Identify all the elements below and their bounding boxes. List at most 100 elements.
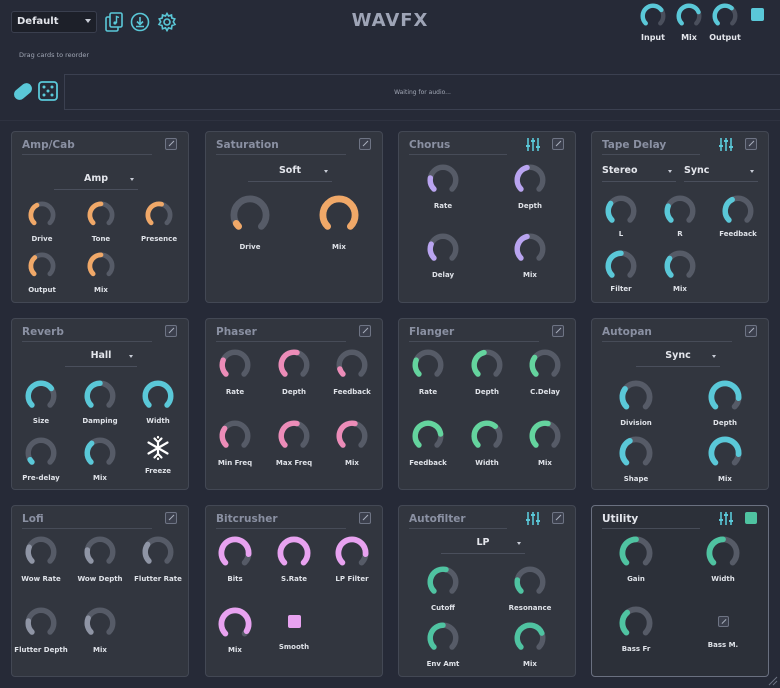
- lofi-bypass-button[interactable]: [165, 512, 177, 524]
- lofi-wow-depth-knob[interactable]: [84, 536, 116, 568]
- autopan-shape-knob[interactable]: [619, 436, 653, 470]
- bitcrusher-lp-filter-knob[interactable]: [335, 536, 369, 570]
- autopan-mode-dropdown[interactable]: Sync: [636, 347, 720, 367]
- phaser-rate-knob[interactable]: [219, 349, 251, 381]
- phaser-mix-knob[interactable]: [336, 420, 368, 452]
- reverb-size-knob[interactable]: [25, 380, 57, 412]
- flanger-rate-knob[interactable]: [412, 349, 444, 381]
- tape-delay-l-knob[interactable]: [605, 195, 637, 227]
- amp-cab-card[interactable]: Amp/Cab Amp Drive Tone Presence Output Mix: [11, 131, 189, 303]
- amp-cab-tone-knob[interactable]: [87, 201, 115, 229]
- saturation-card[interactable]: Saturation Soft Drive Mix: [205, 131, 383, 303]
- input-master-knob[interactable]: [640, 3, 666, 29]
- saturation-bypass-button[interactable]: [359, 138, 371, 150]
- chorus-bypass-button[interactable]: [552, 138, 564, 150]
- autofilter-env-amt-knob[interactable]: [427, 622, 459, 654]
- autofilter-card[interactable]: Autofilter LP Cutoff Resonance Env Amt Mix: [398, 505, 576, 677]
- utility-card[interactable]: Utility Gain Width Bass Fr Bass M.: [591, 505, 769, 677]
- music-file-icon[interactable]: [104, 12, 124, 32]
- autofilter-mix-knob[interactable]: [514, 622, 546, 654]
- reverb-bypass-button[interactable]: [165, 325, 177, 337]
- sliders-icon[interactable]: [525, 511, 541, 526]
- output-master-knob[interactable]: [712, 3, 738, 29]
- flanger-depth-knob[interactable]: [471, 349, 503, 381]
- smooth-toggle[interactable]: [288, 615, 301, 628]
- flanger-width-knob[interactable]: [471, 420, 503, 452]
- resize-handle[interactable]: [766, 674, 778, 686]
- download-icon[interactable]: [130, 12, 150, 32]
- amp-cab-bypass-button[interactable]: [165, 138, 177, 150]
- tape-delay-card[interactable]: Tape Delay Stereo Sync L R Feedback Filter Mix: [591, 131, 769, 303]
- phaser-feedback-knob[interactable]: [336, 349, 368, 381]
- saturation-drive-knob[interactable]: [230, 195, 270, 235]
- sliders-icon[interactable]: [525, 137, 541, 152]
- bitcrusher-s-rate-knob[interactable]: [277, 536, 311, 570]
- saturation-mix-knob[interactable]: [319, 195, 359, 235]
- autopan-card[interactable]: Autopan Sync Division Depth Shape Mix: [591, 318, 769, 490]
- flanger-feedback-knob[interactable]: [412, 420, 444, 452]
- flanger-mix-knob[interactable]: [529, 420, 561, 452]
- utility-width-knob[interactable]: [706, 536, 740, 570]
- reverb-mode-dropdown[interactable]: Hall: [65, 347, 137, 367]
- bitcrusher-bits-knob[interactable]: [218, 536, 252, 570]
- amp-cab-mode-dropdown[interactable]: Amp: [54, 170, 138, 190]
- preset-dropdown[interactable]: Default: [11, 11, 97, 33]
- lofi-card[interactable]: Lofi Wow Rate Wow Depth Flutter Rate Flutter…: [11, 505, 189, 677]
- chorus-card[interactable]: Chorus Rate Depth Delay Mix: [398, 131, 576, 303]
- chorus-delay-knob[interactable]: [427, 233, 459, 265]
- lofi-flutter-rate-knob[interactable]: [142, 536, 174, 568]
- reverb-width-knob[interactable]: [142, 380, 174, 412]
- bitcrusher-card[interactable]: Bitcrusher Bits S.Rate LP Filter Mix Smooth: [205, 505, 383, 677]
- mix-master-knob[interactable]: [676, 3, 702, 29]
- pill-icon[interactable]: [12, 81, 34, 102]
- tape-delay-bypass-button[interactable]: [745, 138, 757, 150]
- autopan-bypass-button[interactable]: [745, 325, 757, 337]
- autofilter-resonance-knob[interactable]: [514, 566, 546, 598]
- amp-cab-drive-knob[interactable]: [28, 201, 56, 229]
- saturation-mode-dropdown[interactable]: Soft: [248, 162, 332, 182]
- tape-delay-feedback-knob[interactable]: [722, 195, 754, 227]
- bass-mono-toggle[interactable]: [718, 616, 729, 627]
- power-toggle[interactable]: [751, 8, 764, 21]
- reverb-mix-knob[interactable]: [84, 437, 116, 469]
- bitcrusher-bypass-button[interactable]: [359, 512, 371, 524]
- autofilter-mode-dropdown[interactable]: LP: [441, 534, 525, 554]
- utility-gain-knob[interactable]: [619, 536, 653, 570]
- phaser-card[interactable]: Phaser Rate Depth Feedback Min Freq Max Freq M…: [205, 318, 383, 490]
- tape-delay-filter-knob[interactable]: [605, 250, 637, 282]
- tape-delay-mode-dropdown[interactable]: Sync: [684, 162, 758, 182]
- phaser-max-freq-knob[interactable]: [278, 420, 310, 452]
- reverb-damping-knob[interactable]: [84, 380, 116, 412]
- sliders-icon[interactable]: [718, 511, 734, 526]
- dice-icon[interactable]: [38, 81, 58, 101]
- amp-cab-mix-knob[interactable]: [87, 252, 115, 280]
- utility-bypass-button[interactable]: [745, 512, 757, 524]
- amp-cab-presence-knob[interactable]: [145, 201, 173, 229]
- chorus-rate-knob[interactable]: [427, 164, 459, 196]
- flanger-card[interactable]: Flanger Rate Depth C.Delay Feedback Width Mix: [398, 318, 576, 490]
- chorus-depth-knob[interactable]: [514, 164, 546, 196]
- phaser-min-freq-knob[interactable]: [219, 420, 251, 452]
- tape-delay-mix-knob[interactable]: [664, 250, 696, 282]
- tape-delay-r-knob[interactable]: [664, 195, 696, 227]
- lofi-mix-knob[interactable]: [84, 607, 116, 639]
- lofi-wow-rate-knob[interactable]: [25, 536, 57, 568]
- tape-delay-mode-dropdown[interactable]: Stereo: [602, 162, 676, 182]
- autopan-depth-knob[interactable]: [708, 380, 742, 414]
- autofilter-bypass-button[interactable]: [552, 512, 564, 524]
- flanger-bypass-button[interactable]: [552, 325, 564, 337]
- bitcrusher-mix-knob[interactable]: [218, 607, 252, 641]
- gear-icon[interactable]: [157, 12, 177, 32]
- autofilter-cutoff-knob[interactable]: [427, 566, 459, 598]
- reverb-card[interactable]: Reverb Hall Size Damping Width Pre-delay Mix Fr…: [11, 318, 189, 490]
- sliders-icon[interactable]: [718, 137, 734, 152]
- snowflake-icon[interactable]: [145, 435, 171, 461]
- autopan-division-knob[interactable]: [619, 380, 653, 414]
- amp-cab-output-knob[interactable]: [28, 252, 56, 280]
- phaser-depth-knob[interactable]: [278, 349, 310, 381]
- chorus-mix-knob[interactable]: [514, 233, 546, 265]
- flanger-c-delay-knob[interactable]: [529, 349, 561, 381]
- autopan-mix-knob[interactable]: [708, 436, 742, 470]
- lofi-flutter-depth-knob[interactable]: [25, 607, 57, 639]
- phaser-bypass-button[interactable]: [359, 325, 371, 337]
